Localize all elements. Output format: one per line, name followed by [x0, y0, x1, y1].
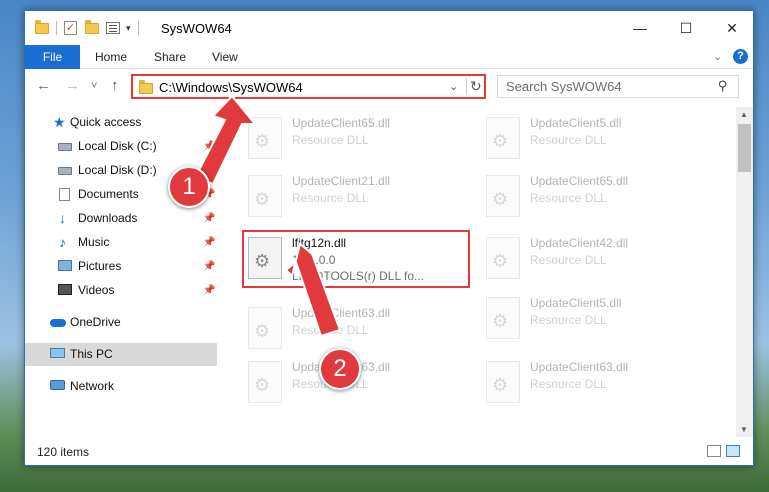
annotation-arrows — [194, 94, 342, 338]
step-2-badge: 2 — [319, 348, 361, 390]
arrow-to-address-bar — [194, 94, 258, 186]
step-1-badge: 1 — [168, 166, 210, 208]
arrow-to-file — [284, 242, 342, 338]
